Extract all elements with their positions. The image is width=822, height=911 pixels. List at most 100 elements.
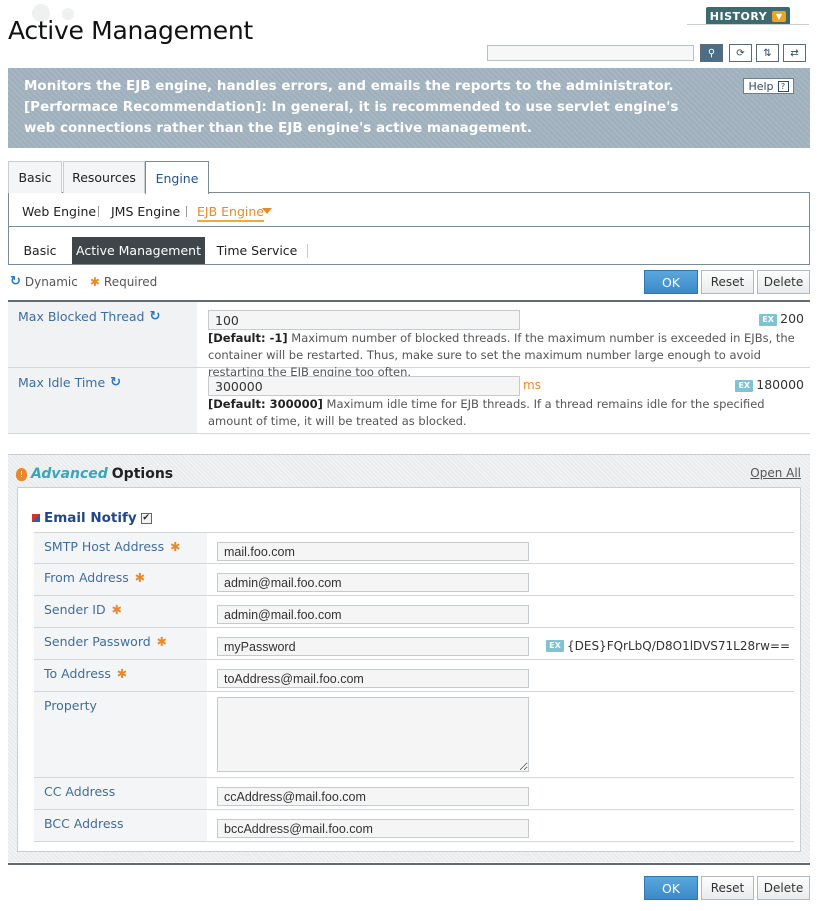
export-xml-icon[interactable]: ⇅ xyxy=(756,44,779,62)
subnav-separator xyxy=(186,206,187,217)
legend-dynamic: ↻ Dynamic xyxy=(10,274,78,289)
row-property: Property xyxy=(34,692,794,778)
search-icon[interactable]: ⚲ xyxy=(700,44,723,62)
engine-subnav: Web Engine JMS Engine EJB Engine xyxy=(8,193,810,227)
subtab-active-management[interactable]: Active Management xyxy=(72,237,205,264)
max-blocked-thread-default: [Default: -1] xyxy=(208,331,288,345)
ok-button[interactable]: OK xyxy=(644,270,698,294)
example-icon: EX xyxy=(735,379,754,392)
required-icon: ✱ xyxy=(134,570,146,585)
max-blocked-thread-input[interactable] xyxy=(208,310,520,330)
main-tabs: Basic Resources Engine xyxy=(8,160,810,194)
email-notify-checkbox[interactable]: ✔ xyxy=(140,512,152,524)
reset-button[interactable]: Reset xyxy=(701,876,754,900)
smtp-host-input[interactable] xyxy=(217,542,529,561)
delete-button[interactable]: Delete xyxy=(757,876,810,900)
subtab-basic-label: Basic xyxy=(23,243,57,258)
reset-button[interactable]: Reset xyxy=(701,270,754,294)
cc-address-label: CC Address xyxy=(34,778,207,809)
advanced-options-panel: ! Advanced Options Open All Email Notify… xyxy=(8,454,810,862)
required-icon: ✱ xyxy=(116,666,128,681)
open-all-link[interactable]: Open All xyxy=(750,466,801,480)
max-blocked-thread-example: EX 200 xyxy=(759,311,804,326)
chevron-down-icon: ▼ xyxy=(772,10,787,22)
bcc-address-label: BCC Address xyxy=(34,810,207,841)
to-address-label: To Address ✱ xyxy=(34,660,207,691)
page-title: Active Management xyxy=(8,16,253,45)
import-xml-icon[interactable]: ⇄ xyxy=(783,44,806,62)
email-notify-label: Email Notify xyxy=(44,510,137,526)
subtab-time-service[interactable]: Time Service xyxy=(206,237,308,264)
chevron-down-icon xyxy=(262,208,272,214)
max-idle-time-input[interactable] xyxy=(208,376,520,396)
from-address-input[interactable] xyxy=(217,573,529,592)
refresh-icon[interactable]: ⟳ xyxy=(729,44,752,62)
sender-password-label-text: Sender Password xyxy=(44,634,151,649)
row-sender-id: Sender ID ✱ xyxy=(34,596,794,628)
max-blocked-thread-example-value: 200 xyxy=(780,311,804,326)
field-row-max-idle-time: Max Idle Time ↻ ms EX180000 [Default: 30… xyxy=(8,368,810,434)
bcc-address-label-text: BCC Address xyxy=(44,816,124,831)
max-blocked-thread-label-text: Max Blocked Thread xyxy=(18,309,145,324)
tab-resources[interactable]: Resources xyxy=(63,161,145,193)
max-idle-time-example: EX 180000 xyxy=(735,377,804,392)
sender-password-encrypted-value: {DES}FQrLbQ/D8O1lDVS71L28rw== xyxy=(566,639,790,653)
max-idle-time-label: Max Idle Time ↻ xyxy=(8,368,197,433)
help-icon: ? xyxy=(777,80,789,92)
subtab-active-management-label: Active Management xyxy=(76,243,201,258)
advanced-title-b: Options xyxy=(111,466,174,482)
example-icon: EX xyxy=(759,313,778,326)
from-address-label: From Address ✱ xyxy=(34,564,207,595)
header-divider xyxy=(687,24,809,25)
legend-required: ✱ Required xyxy=(90,274,157,289)
history-label: HISTORY xyxy=(709,9,768,23)
delete-button[interactable]: Delete xyxy=(757,270,810,294)
legend: ↻ Dynamic ✱ Required xyxy=(10,274,157,289)
dynamic-icon: ↻ xyxy=(149,309,161,324)
required-icon: ✱ xyxy=(89,274,100,289)
help-label: Help xyxy=(748,79,774,93)
ok-button[interactable]: OK xyxy=(644,876,698,900)
settings-form: Max Blocked Thread ↻ EX200 [Default: -1]… xyxy=(8,300,810,434)
property-textarea[interactable] xyxy=(217,697,529,772)
subnav-ejb-engine[interactable]: EJB Engine xyxy=(197,204,264,222)
sender-id-label-text: Sender ID xyxy=(44,602,106,617)
row-to-address: To Address ✱ xyxy=(34,660,794,692)
section-marker-icon xyxy=(32,514,40,522)
to-address-input[interactable] xyxy=(217,669,529,688)
sender-password-input[interactable] xyxy=(217,637,529,656)
field-row-max-blocked-thread: Max Blocked Thread ↻ EX200 [Default: -1]… xyxy=(8,302,810,379)
row-smtp-host: SMTP Host Address ✱ xyxy=(34,532,794,564)
row-from-address: From Address ✱ xyxy=(34,564,794,596)
help-button[interactable]: Help ? xyxy=(743,78,794,94)
tab-basic[interactable]: Basic xyxy=(8,161,62,193)
subnav-web-engine[interactable]: Web Engine xyxy=(22,204,96,219)
description-banner: Monitors the EJB engine, handles errors,… xyxy=(8,68,810,148)
bcc-address-input[interactable] xyxy=(217,819,529,838)
subtab-basic[interactable]: Basic xyxy=(9,237,71,264)
search-input[interactable] xyxy=(487,45,694,61)
sender-id-input[interactable] xyxy=(217,605,529,624)
subnav-jms-engine[interactable]: JMS Engine xyxy=(111,204,180,219)
cc-address-input[interactable] xyxy=(217,787,529,806)
tab-engine[interactable]: Engine xyxy=(145,161,209,194)
example-icon: EX xyxy=(545,640,564,652)
required-icon: ✱ xyxy=(156,634,168,649)
row-cc-address: CC Address xyxy=(34,778,794,810)
max-idle-time-description: [Default: 300000] Maximum idle time for … xyxy=(208,396,808,430)
property-label: Property xyxy=(34,692,207,777)
sender-password-encrypted: EX {DES}FQrLbQ/D8O1lDVS71L28rw== xyxy=(545,639,790,653)
property-label-text: Property xyxy=(44,698,97,713)
max-idle-time-label-text: Max Idle Time xyxy=(18,375,106,390)
lightbulb-icon: ! xyxy=(16,467,27,481)
sender-password-label: Sender Password ✱ xyxy=(34,628,207,659)
email-notify-section: Email Notify ✔ SMTP Host Address ✱ From A… xyxy=(17,487,801,852)
row-sender-password: Sender Password ✱ EX{DES}FQrLbQ/D8O1lDVS7… xyxy=(34,628,794,660)
history-button[interactable]: HISTORY ▼ xyxy=(706,7,790,25)
sender-id-label: Sender ID ✱ xyxy=(34,596,207,627)
description-text: Monitors the EJB engine, handles errors,… xyxy=(24,78,679,136)
ejb-subtabs: Basic Active Management Time Service xyxy=(8,227,810,265)
required-icon: ✱ xyxy=(170,539,181,554)
required-icon: ✱ xyxy=(111,602,123,617)
dynamic-icon: ↻ xyxy=(10,274,21,289)
